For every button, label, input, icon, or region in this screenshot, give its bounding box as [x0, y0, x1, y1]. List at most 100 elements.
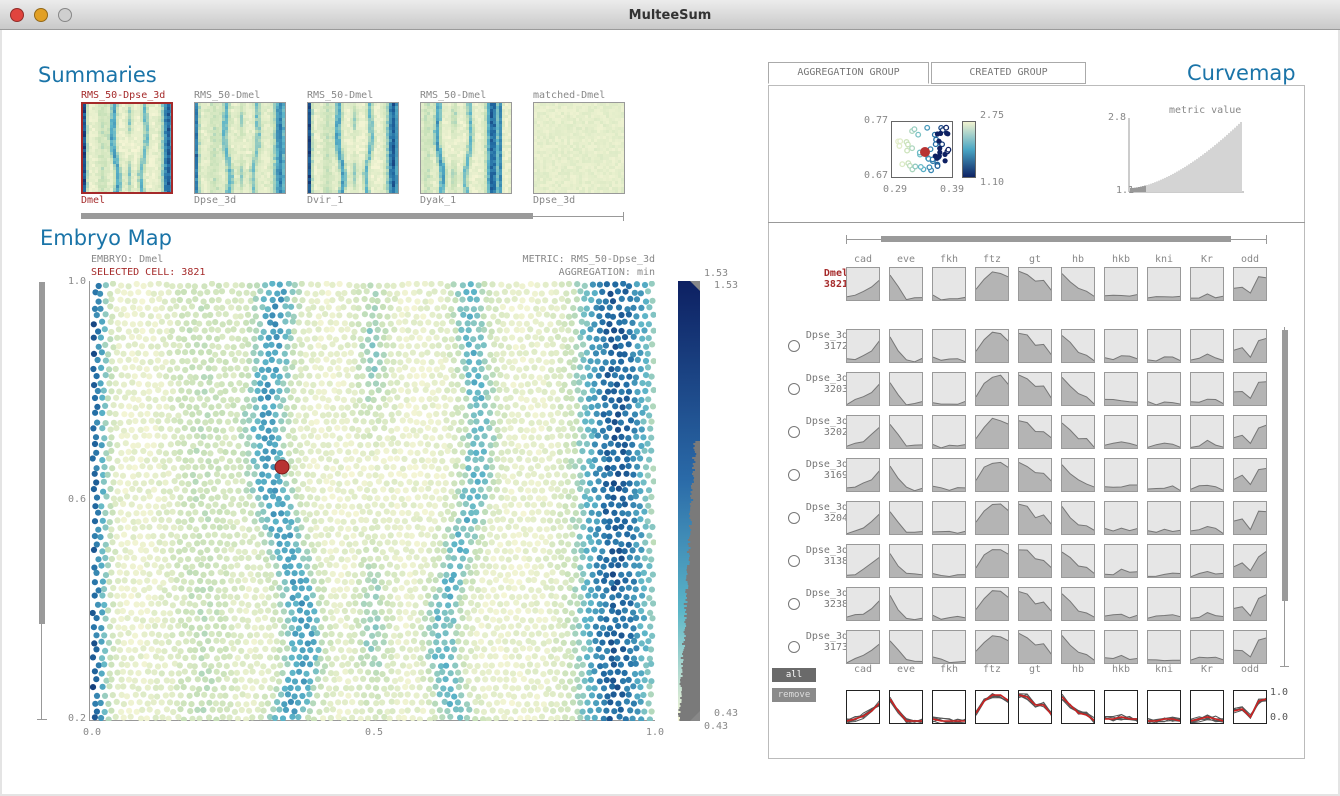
embryo-cell-dot[interactable] — [345, 433, 352, 440]
embryo-cell-dot[interactable] — [114, 592, 121, 599]
embryo-cell-dot[interactable] — [444, 312, 451, 319]
embryo-cell-dot[interactable] — [455, 638, 462, 645]
embryo-cell-dot[interactable] — [212, 562, 220, 569]
embryo-cell-dot[interactable] — [467, 556, 474, 564]
curve-cell[interactable] — [975, 630, 1009, 664]
embryo-cell-dot[interactable] — [562, 670, 569, 677]
embryo-cell-dot[interactable] — [534, 645, 541, 653]
embryo-cell-dot[interactable] — [572, 523, 579, 530]
embryo-cell-dot[interactable] — [384, 662, 391, 669]
embryo-cell-dot[interactable] — [460, 661, 467, 668]
embryo-cell-dot[interactable] — [508, 623, 515, 630]
embryo-cell-dot[interactable] — [574, 281, 581, 288]
embryo-cell-dot[interactable] — [510, 676, 518, 684]
embryo-cell-dot[interactable] — [108, 434, 115, 441]
embryo-cell-dot[interactable] — [623, 425, 631, 432]
embryo-cell-dot[interactable] — [363, 517, 370, 524]
embryo-cell-dot[interactable] — [327, 516, 334, 523]
embryo-cell-dot[interactable] — [621, 548, 628, 555]
embryo-cell-dot[interactable] — [352, 540, 359, 547]
embryo-cell-dot[interactable] — [366, 495, 373, 502]
embryo-cell-dot[interactable] — [373, 334, 380, 341]
embryo-cell-dot[interactable] — [95, 282, 102, 290]
embryo-cell-dot[interactable] — [132, 647, 139, 654]
embryo-cell-dot[interactable] — [276, 706, 283, 713]
embryo-cell-dot[interactable] — [428, 526, 435, 533]
embryo-cell-dot[interactable] — [618, 358, 625, 365]
embryo-cell-dot[interactable] — [97, 290, 104, 297]
embryo-cell-dot[interactable] — [178, 630, 185, 638]
embryo-cell-dot[interactable] — [498, 449, 505, 456]
embryo-cell-dot[interactable] — [642, 298, 650, 305]
embryo-cell-dot[interactable] — [401, 455, 408, 463]
embryo-cell-dot[interactable] — [601, 472, 608, 479]
embryo-cell-dot[interactable] — [485, 364, 492, 371]
embryo-cell-dot[interactable] — [615, 531, 622, 538]
embryo-cell-dot[interactable] — [307, 494, 314, 501]
embryo-cell-dot[interactable] — [251, 365, 258, 373]
embryo-cell-dot[interactable] — [289, 349, 296, 356]
embryo-cell-dot[interactable] — [178, 585, 185, 592]
embryo-cell-dot[interactable] — [595, 494, 602, 501]
embryo-cell-dot[interactable] — [420, 372, 427, 379]
embryo-cell-dot[interactable] — [528, 617, 535, 624]
embryo-cell-dot[interactable] — [291, 328, 298, 335]
embryo-cell-dot[interactable] — [531, 379, 538, 386]
embryo-cell-dot[interactable] — [585, 592, 592, 599]
embryo-cell-dot[interactable] — [169, 404, 176, 411]
embryo-cell-dot[interactable] — [357, 654, 365, 661]
embryo-cell-dot[interactable] — [426, 609, 433, 616]
embryo-cell-dot[interactable] — [208, 281, 216, 287]
embryo-cell-dot[interactable] — [481, 525, 488, 533]
embryo-cell-dot[interactable] — [420, 675, 427, 682]
embryo-cell-dot[interactable] — [272, 518, 279, 525]
embryo-cell-dot[interactable] — [387, 684, 394, 691]
embryo-cell-dot[interactable] — [485, 685, 492, 692]
embryo-cell-dot[interactable] — [348, 655, 355, 662]
embryo-cell-dot[interactable] — [124, 524, 131, 531]
embryo-cell-dot[interactable] — [492, 653, 499, 660]
embryo-cell-dot[interactable] — [244, 311, 252, 318]
embryo-cell-dot[interactable] — [139, 541, 146, 548]
embryo-cell-dot[interactable] — [91, 668, 98, 675]
embryo-cell-dot[interactable] — [634, 693, 641, 700]
embryo-cell-dot[interactable] — [455, 488, 462, 495]
embryo-cell-dot[interactable] — [235, 335, 242, 342]
aggregation-point[interactable] — [936, 138, 942, 144]
embryo-cell-dot[interactable] — [473, 509, 480, 516]
embryo-cell-dot[interactable] — [391, 524, 398, 531]
embryo-cell-dot[interactable] — [261, 387, 268, 395]
curve-cell[interactable] — [889, 415, 923, 449]
embryo-cell-dot[interactable] — [390, 435, 397, 442]
embryo-cell-dot[interactable] — [147, 464, 154, 471]
embryo-cell-dot[interactable] — [562, 503, 569, 510]
embryo-cell-dot[interactable] — [480, 313, 487, 320]
embryo-cell-dot[interactable] — [128, 655, 135, 662]
embryo-cell-dot[interactable] — [129, 485, 136, 493]
embryo-cell-dot[interactable] — [118, 585, 125, 592]
embryo-cell-dot[interactable] — [429, 494, 436, 501]
embryo-cell-dot[interactable] — [429, 389, 436, 396]
embryo-cell-dot[interactable] — [90, 624, 97, 631]
embryo-cell-dot[interactable] — [430, 556, 437, 563]
embryo-cell-dot[interactable] — [313, 510, 320, 517]
embryo-cell-dot[interactable] — [564, 508, 571, 515]
embryo-cell-dot[interactable] — [135, 380, 142, 388]
embryo-cell-dot[interactable] — [593, 562, 600, 569]
embryo-cell-dot[interactable] — [368, 645, 375, 652]
embryo-cell-dot[interactable] — [422, 298, 429, 305]
embryo-cell-dot[interactable] — [416, 684, 423, 691]
embryo-cell-dot[interactable] — [570, 670, 577, 677]
embryo-cell-dot[interactable] — [534, 463, 541, 470]
summary-curve-cell[interactable] — [846, 690, 880, 724]
embryo-cell-dot[interactable] — [560, 426, 567, 433]
embryo-cell-dot[interactable] — [644, 364, 652, 371]
embryo-cell-dot[interactable] — [417, 578, 424, 585]
embryo-cell-dot[interactable] — [358, 351, 365, 358]
embryo-cell-dot[interactable] — [216, 706, 224, 714]
embryo-cell-dot[interactable] — [209, 706, 216, 713]
embryo-cell-dot[interactable] — [546, 548, 553, 555]
embryo-cell-dot[interactable] — [429, 435, 436, 442]
embryo-cell-dot[interactable] — [635, 402, 642, 409]
embryo-cell-dot[interactable] — [523, 427, 530, 434]
